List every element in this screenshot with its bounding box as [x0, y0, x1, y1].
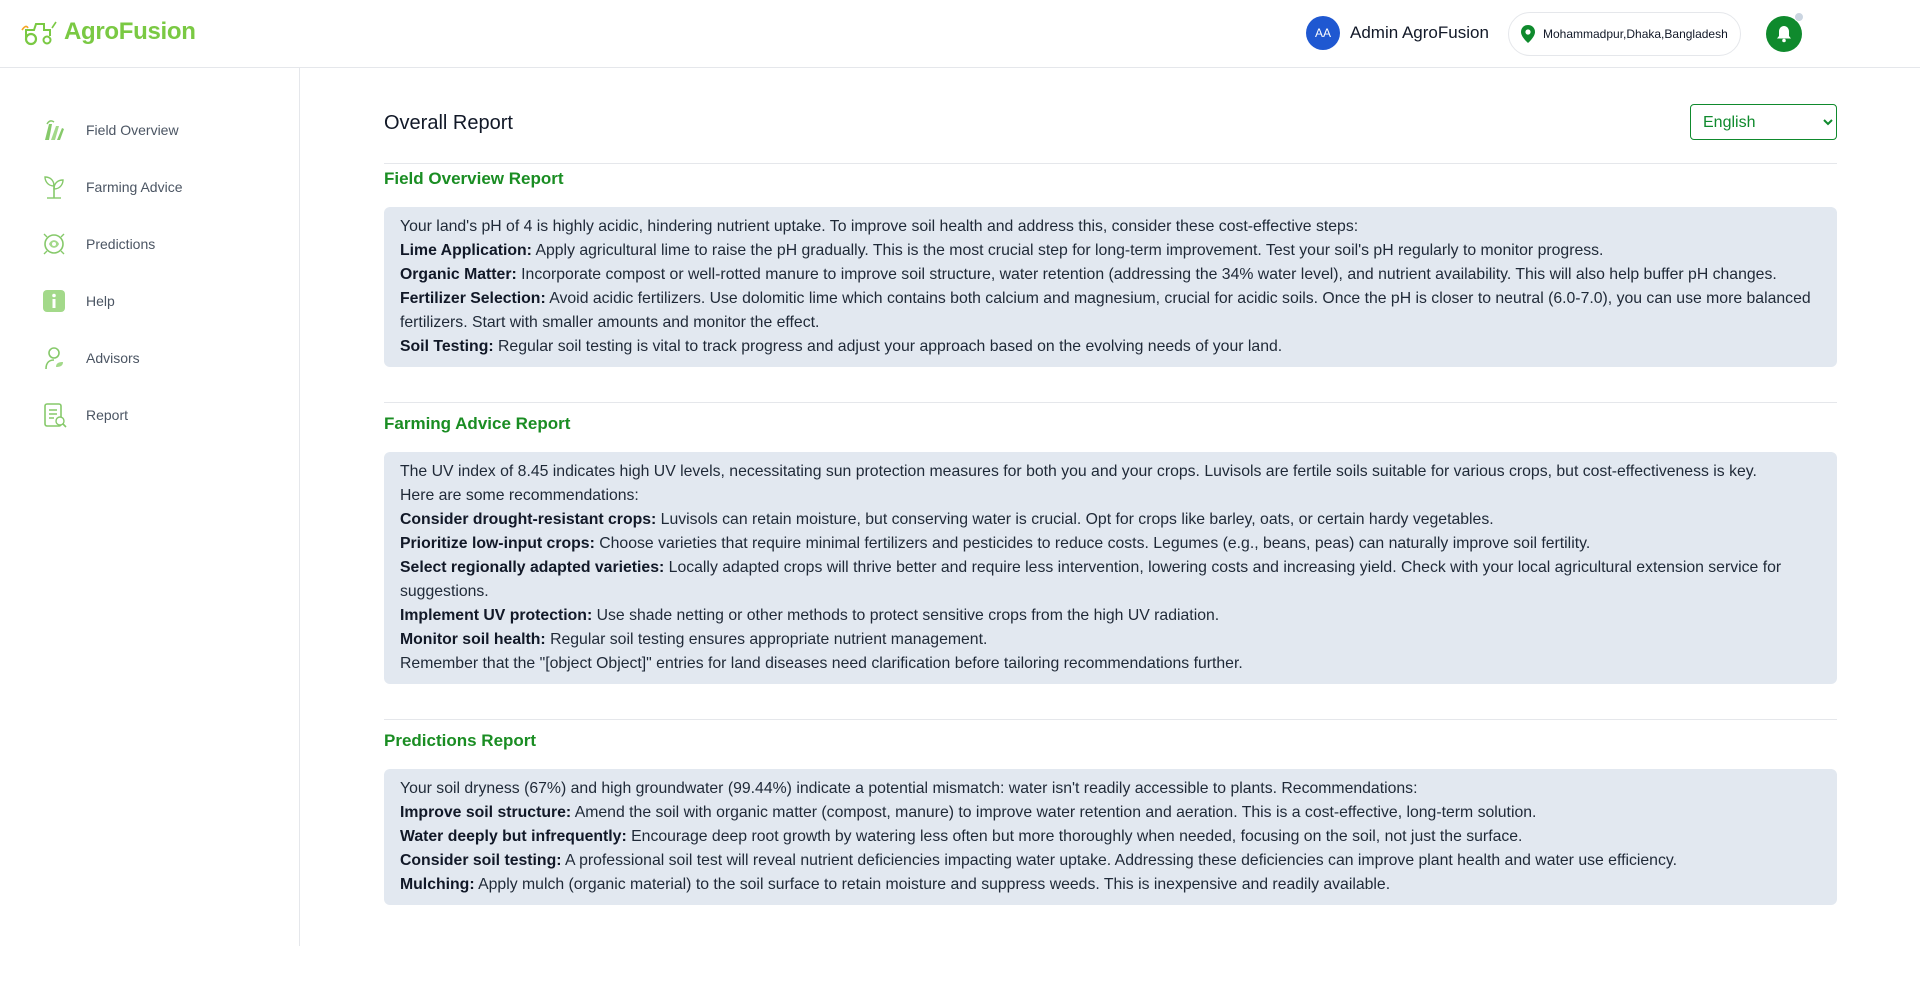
- notification-dot: [1794, 12, 1804, 22]
- report-line: Fertilizer Selection: Avoid acidic ferti…: [400, 287, 1821, 335]
- report-line-text: Regular soil testing is vital to track p…: [493, 338, 1283, 355]
- report-line: Here are some recommendations:: [400, 484, 1821, 508]
- report-line-text: Choose varieties that require minimal fe…: [594, 535, 1591, 552]
- location-pin-icon: [1521, 25, 1535, 43]
- report-line-text: Your soil dryness (67%) and high groundw…: [400, 780, 1418, 797]
- report-line-heading: Consider drought-resistant crops:: [400, 511, 657, 528]
- plant-icon: [40, 173, 68, 201]
- sidebar-item-label: Farming Advice: [86, 179, 183, 195]
- report-line: Your land's pH of 4 is highly acidic, hi…: [400, 215, 1821, 239]
- tractor-icon: [21, 21, 57, 46]
- sidebar-item-label: Advisors: [86, 350, 140, 366]
- report-line-heading: Water deeply but infrequently:: [400, 828, 627, 845]
- report-box: The UV index of 8.45 indicates high UV l…: [384, 452, 1837, 684]
- report-line: Lime Application: Apply agricultural lim…: [400, 239, 1821, 263]
- report-line-text: Apply agricultural lime to raise the pH …: [531, 242, 1604, 259]
- sidebar-item-predictions[interactable]: Predictions: [40, 226, 155, 262]
- report-line-text: The UV index of 8.45 indicates high UV l…: [400, 463, 1757, 480]
- field-overview-section: Field Overview Report Your land's pH of …: [384, 169, 1837, 367]
- report-line: Consider drought-resistant crops: Luviso…: [400, 508, 1821, 532]
- report-line-heading: Select regionally adapted varieties:: [400, 559, 665, 576]
- report-line-text: Luvisols can retain moisture, but conser…: [656, 511, 1494, 528]
- section-title: Predictions Report: [384, 731, 537, 750]
- sidebar-item-label: Help: [86, 293, 115, 309]
- report-line-heading: Organic Matter:: [400, 266, 517, 283]
- section-divider: [384, 402, 1837, 403]
- report-line-heading: Soil Testing:: [400, 338, 494, 355]
- report-line: Water deeply but infrequently: Encourage…: [400, 825, 1821, 849]
- advisor-icon: [40, 344, 68, 372]
- report-line: Monitor soil health: Regular soil testin…: [400, 628, 1821, 652]
- avatar[interactable]: AA: [1306, 16, 1340, 50]
- sidebar-item-report[interactable]: Report: [40, 397, 128, 433]
- report-line-text: Avoid acidic fertilizers. Use dolomitic …: [400, 290, 1811, 331]
- sidebar-item-field-overview[interactable]: Field Overview: [40, 112, 179, 148]
- report-line-text: Your land's pH of 4 is highly acidic, hi…: [400, 218, 1359, 235]
- report-line: Mulching: Apply mulch (organic material)…: [400, 873, 1821, 897]
- report-line-text: Amend the soil with organic matter (comp…: [571, 804, 1537, 821]
- report-line: Prioritize low-input crops: Choose varie…: [400, 532, 1821, 556]
- report-line-heading: Mulching:: [400, 876, 475, 893]
- field-icon: [40, 116, 68, 144]
- sidebar-item-help[interactable]: Help: [40, 283, 115, 319]
- report-line-text: Regular soil testing ensures appropriate…: [545, 631, 988, 648]
- sidebar: Field Overview Farming Advice Prediction…: [0, 68, 300, 946]
- report-icon: [40, 401, 68, 429]
- page-title: Overall Report: [384, 112, 513, 134]
- info-icon: [40, 287, 68, 315]
- user-name: Admin AgroFusion: [1350, 23, 1489, 42]
- report-header: Overall Report English: [384, 104, 1837, 164]
- report-line: Organic Matter: Incorporate compost or w…: [400, 263, 1821, 287]
- report-line-heading: Prioritize low-input crops:: [400, 535, 595, 552]
- report-line: Implement UV protection: Use shade netti…: [400, 604, 1821, 628]
- section-title: Field Overview Report: [384, 169, 564, 188]
- prediction-icon: [40, 230, 68, 258]
- location-text: Mohammadpur,Dhaka,Bangladesh: [1543, 27, 1728, 41]
- section-divider: [384, 719, 1837, 720]
- top-header: AgroFusion AA Admin AgroFusion Mohammadp…: [0, 0, 1920, 68]
- language-select[interactable]: English: [1690, 104, 1837, 140]
- report-line-text: Use shade netting or other methods to pr…: [592, 607, 1220, 624]
- report-line-heading: Improve soil structure:: [400, 804, 572, 821]
- report-box: Your land's pH of 4 is highly acidic, hi…: [384, 207, 1837, 367]
- notifications-button[interactable]: [1766, 12, 1804, 52]
- report-line: Select regionally adapted varieties: Loc…: [400, 556, 1821, 604]
- section-title: Farming Advice Report: [384, 414, 571, 433]
- sidebar-item-label: Predictions: [86, 236, 156, 252]
- report-line-text: Incorporate compost or well-rotted manur…: [516, 266, 1777, 283]
- report-line-heading: Fertilizer Selection:: [400, 290, 546, 307]
- report-line: The UV index of 8.45 indicates high UV l…: [400, 460, 1821, 484]
- report-line-heading: Lime Application:: [400, 242, 532, 259]
- brand-name: AgroFusion: [64, 18, 196, 45]
- predictions-section: Predictions Report Your soil dryness (67…: [384, 731, 1837, 905]
- report-line: Your soil dryness (67%) and high groundw…: [400, 777, 1821, 801]
- report-line-heading: Monitor soil health:: [400, 631, 546, 648]
- report-line-heading: Implement UV protection:: [400, 607, 593, 624]
- sidebar-item-advisors[interactable]: Advisors: [40, 340, 140, 376]
- report-line-heading: Consider soil testing:: [400, 852, 562, 869]
- bell-icon: [1777, 26, 1791, 43]
- farming-advice-section: Farming Advice Report The UV index of 8.…: [384, 414, 1837, 684]
- sidebar-item-farming-advice[interactable]: Farming Advice: [40, 169, 182, 205]
- sidebar-item-label: Field Overview: [86, 122, 179, 138]
- brand-logo[interactable]: AgroFusion: [20, 16, 196, 48]
- report-line-text: Apply mulch (organic material) to the so…: [474, 876, 1391, 893]
- report-box: Your soil dryness (67%) and high groundw…: [384, 769, 1837, 905]
- sidebar-item-label: Report: [86, 407, 129, 423]
- report-line-text: Here are some recommendations:: [400, 487, 639, 504]
- report-line: Soil Testing: Regular soil testing is vi…: [400, 335, 1821, 359]
- user-profile[interactable]: AA Admin AgroFusion: [1306, 16, 1489, 50]
- report-line-text: A professional soil test will reveal nut…: [561, 852, 1677, 869]
- report-line: Improve soil structure: Amend the soil w…: [400, 801, 1821, 825]
- report-line-text: Encourage deep root growth by watering l…: [626, 828, 1523, 845]
- report-line: Consider soil testing: A professional so…: [400, 849, 1821, 873]
- report-line: Remember that the "[object Object]" entr…: [400, 652, 1821, 676]
- location-pill[interactable]: Mohammadpur,Dhaka,Bangladesh: [1508, 12, 1741, 56]
- report-line-text: Remember that the "[object Object]" entr…: [400, 655, 1243, 672]
